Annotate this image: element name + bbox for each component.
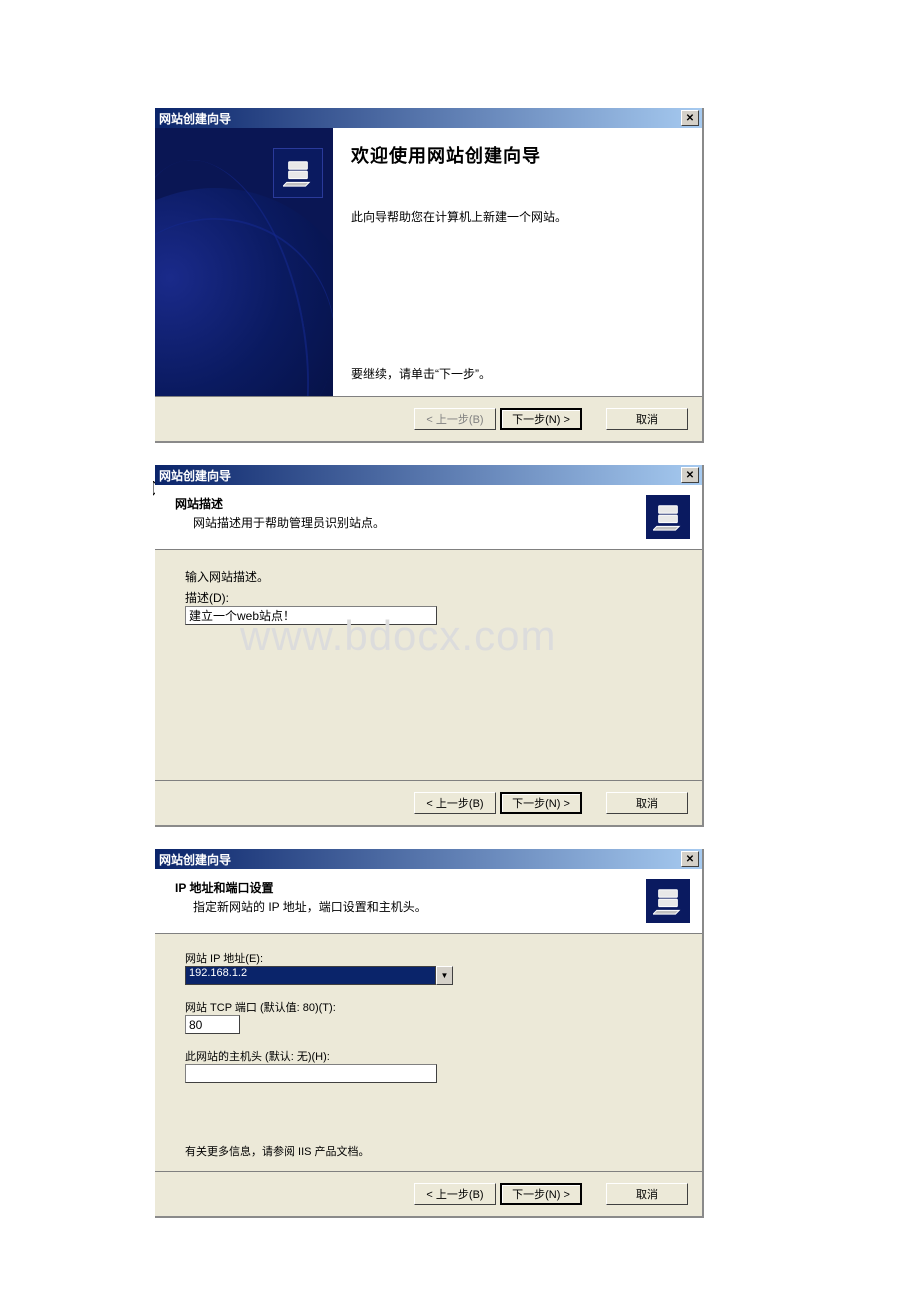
cancel-button[interactable]: 取消 — [606, 1183, 688, 1205]
page-title: IP 地址和端口设置 — [175, 879, 688, 896]
body-area: 输入网站描述。 描述(D): — [155, 550, 702, 780]
page-subtitle: 指定新网站的 IP 地址，端口设置和主机头。 — [175, 898, 688, 915]
back-button: < 上一步(B) — [414, 408, 496, 430]
close-button[interactable]: ✕ — [681, 110, 699, 126]
titlebar[interactable]: 网站创建向导 ✕ — [155, 465, 702, 485]
close-button[interactable]: ✕ — [681, 851, 699, 867]
cancel-button[interactable]: 取消 — [606, 408, 688, 430]
host-label: 此网站的主机头 (默认: 无)(H): — [185, 1048, 672, 1064]
description-label: 描述(D): — [185, 589, 672, 606]
titlebar[interactable]: 网站创建向导 ✕ — [155, 108, 702, 128]
port-label: 网站 TCP 端口 (默认值: 80)(T): — [185, 999, 672, 1015]
titlebar-text: 网站创建向导 — [159, 851, 681, 868]
titlebar-text: 网站创建向导 — [159, 467, 681, 484]
titlebar[interactable]: 网站创建向导 ✕ — [155, 849, 702, 869]
back-button[interactable]: < 上一步(B) — [414, 792, 496, 814]
server-icon — [653, 886, 683, 916]
close-icon: ✕ — [686, 113, 694, 124]
host-header-input[interactable] — [185, 1064, 437, 1083]
header-icon-box — [646, 879, 690, 923]
continue-hint: 要继续，请单击“下一步”。 — [351, 365, 686, 382]
page-title: 网站描述 — [175, 495, 688, 512]
body-area: 网站 IP 地址(E): 192.168.1.2 ▼ 网站 TCP 端口 (默认… — [155, 934, 702, 1171]
ip-label: 网站 IP 地址(E): — [185, 950, 672, 966]
side-panel — [155, 128, 333, 396]
wizard-icon-box — [273, 148, 323, 198]
wizard-dialog-welcome: 网站创建向导 ✕ 欢迎使用网站创建向导 此向导帮助您在计算机上新建一个网站。 — [155, 108, 704, 443]
wizard-dialog-description: 网站创建向导 ✕ 网站描述 网站描述用于帮助管理员识别站点。 输入网站描述。 描… — [155, 465, 704, 827]
next-button[interactable]: 下一步(N) > — [500, 408, 582, 430]
globe-graphic — [155, 188, 333, 396]
close-icon: ✕ — [686, 470, 694, 481]
next-button[interactable]: 下一步(N) > — [500, 792, 582, 814]
server-icon — [283, 158, 313, 188]
welcome-description: 此向导帮助您在计算机上新建一个网站。 — [351, 208, 686, 225]
prompt-text: 输入网站描述。 — [185, 568, 672, 585]
chevron-down-icon: ▼ — [441, 971, 449, 980]
header-icon-box — [646, 495, 690, 539]
wizard-dialog-ip-port: 网站创建向导 ✕ IP 地址和端口设置 指定新网站的 IP 地址，端口设置和主机… — [155, 849, 704, 1218]
cancel-button[interactable]: 取消 — [606, 792, 688, 814]
close-icon: ✕ — [686, 854, 694, 865]
port-input[interactable] — [185, 1015, 240, 1034]
header-area: IP 地址和端口设置 指定新网站的 IP 地址，端口设置和主机头。 — [155, 869, 702, 934]
titlebar-text: 网站创建向导 — [159, 110, 681, 127]
next-button[interactable]: 下一步(N) > — [500, 1183, 582, 1205]
header-area: 网站描述 网站描述用于帮助管理员识别站点。 — [155, 485, 702, 550]
ip-dropdown[interactable]: 192.168.1.2 — [185, 966, 436, 985]
dropdown-button[interactable]: ▼ — [436, 966, 453, 985]
info-note: 有关更多信息，请参阅 IIS 产品文档。 — [185, 1143, 672, 1159]
back-button[interactable]: < 上一步(B) — [414, 1183, 496, 1205]
close-button[interactable]: ✕ — [681, 467, 699, 483]
description-input[interactable] — [185, 606, 437, 625]
page-subtitle: 网站描述用于帮助管理员识别站点。 — [175, 514, 688, 531]
server-icon — [653, 502, 683, 532]
welcome-title: 欢迎使用网站创建向导 — [351, 142, 686, 168]
